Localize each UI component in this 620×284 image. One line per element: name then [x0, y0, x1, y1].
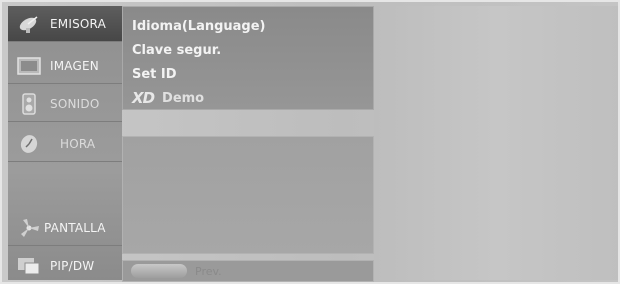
pip-icon [14, 253, 44, 279]
sidebar-item-label: PIP/DW [50, 259, 95, 273]
sidebar-item-imagen[interactable]: IMAGEN [8, 48, 122, 84]
xd-logo: XD [132, 89, 155, 107]
navigation-hint-bar: Prev. [122, 260, 374, 282]
sidebar-item-pantalla[interactable]: PANTALLA [8, 210, 122, 246]
menu-item-idioma[interactable]: Idioma(Language) [132, 15, 266, 37]
sidebar-item-label: EMISORA [50, 16, 106, 31]
screen-icon [14, 53, 44, 79]
menu-item-xd-demo[interactable]: XD Demo [132, 87, 204, 109]
prev-key-icon [131, 264, 187, 278]
satellite-dish-icon [14, 11, 44, 37]
menu-item-label: Clave segur. [132, 42, 222, 58]
sidebar-item-label: HORA [60, 136, 96, 151]
sidebar-item-label: SONIDO [50, 96, 100, 111]
menu-item-label: Demo [162, 90, 205, 106]
menu-item-set-id[interactable]: Set ID [132, 63, 177, 85]
sidebar-item-label: PANTALLA [44, 220, 106, 235]
sidebar-item-sonido[interactable]: SONIDO [8, 86, 122, 122]
sidebar-item-hora[interactable]: HORA [8, 126, 122, 162]
submenu-panel: Idioma(Language) Clave segur. Set ID XD … [122, 6, 374, 110]
prev-label: Prev. [195, 264, 222, 278]
submenu-lower-panel [122, 136, 374, 254]
speaker-icon [14, 91, 44, 117]
background-area [374, 6, 620, 280]
menu-item-label: Set ID [132, 66, 177, 82]
menu-item-label: Idioma(Language) [132, 18, 266, 34]
clock-icon [14, 131, 44, 157]
fan-icon [14, 215, 44, 241]
sidebar-item-emisora[interactable]: EMISORA [8, 6, 122, 42]
submenu-area: Idioma(Language) Clave segur. Set ID XD … [122, 6, 374, 282]
sidebar-item-label: IMAGEN [50, 58, 99, 73]
menu-item-clave-segur[interactable]: Clave segur. [132, 39, 221, 61]
sidebar-menu: EMISORA IMAGEN SONIDO HORA PANTALLA PIP/… [8, 6, 122, 280]
sidebar-item-pip-dw[interactable]: PIP/DW [8, 248, 122, 284]
